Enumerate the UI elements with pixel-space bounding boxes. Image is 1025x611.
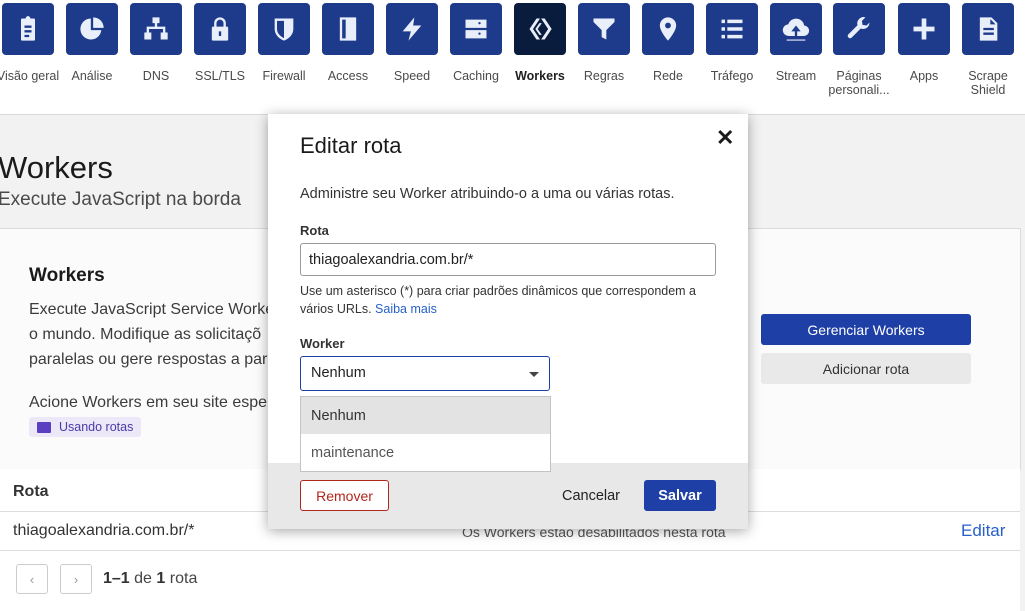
worker-select[interactable]: Nenhum — [300, 356, 550, 391]
server-icon — [450, 3, 502, 55]
nav-label: Speed — [393, 69, 431, 83]
nav-item-scrape-shield[interactable]: Scrape Shield — [956, 0, 1020, 97]
modal-intro: Administre seu Worker atribuindo-o a uma… — [300, 186, 675, 202]
network-icon — [130, 3, 182, 55]
nav-item-paginas-personalizadas[interactable]: Páginas personali... — [827, 0, 891, 97]
route-help-body: Use um asterisco (*) para criar padrões … — [300, 284, 697, 316]
nav-item-stream[interactable]: Stream — [764, 0, 828, 83]
worker-dropdown-list: Nenhum maintenance — [300, 396, 551, 472]
lightning-icon — [386, 3, 438, 55]
nav-item-caching[interactable]: Caching — [444, 0, 508, 83]
nav-item-workers[interactable]: Workers — [508, 0, 572, 83]
location-pin-icon — [642, 3, 694, 55]
nav-label: Caching — [453, 69, 499, 83]
nav-label: Análise — [71, 69, 113, 83]
dropdown-option-maintenance[interactable]: maintenance — [301, 434, 550, 471]
route-help-text: Use um asterisco (*) para criar padrões … — [300, 282, 720, 318]
nav-label: Access — [327, 69, 369, 83]
worker-field-label: Worker — [300, 336, 345, 351]
nav-item-analise[interactable]: Análise — [60, 0, 124, 83]
pie-chart-icon — [66, 3, 118, 55]
plus-icon — [898, 3, 950, 55]
filter-icon — [578, 3, 630, 55]
learn-more-link[interactable]: Saiba mais — [375, 302, 437, 316]
nav-label: Apps — [909, 69, 939, 83]
door-icon — [322, 3, 374, 55]
nav-label: Visão geral — [0, 69, 60, 83]
top-navigation: Visão geral Análise DNS SSL/TLS Firewall… — [0, 0, 1025, 115]
nav-label: Páginas personali... — [828, 69, 890, 97]
dropdown-option-label: Nenhum — [311, 408, 366, 424]
clipboard-icon — [2, 3, 54, 55]
nav-label: Workers — [515, 69, 565, 83]
nav-item-rede[interactable]: Rede — [636, 0, 700, 83]
cloud-upload-icon — [770, 3, 822, 55]
modal-title: Editar rota — [300, 133, 402, 158]
nav-item-apps[interactable]: Apps — [892, 0, 956, 83]
nav-item-visao-geral[interactable]: Visão geral — [0, 0, 60, 83]
nav-label: DNS — [142, 69, 170, 83]
nav-item-dns[interactable]: DNS — [124, 0, 188, 83]
nav-label: Rede — [653, 69, 683, 83]
save-button[interactable]: Salvar — [644, 480, 716, 511]
nav-label: Stream — [775, 69, 817, 83]
lock-icon — [194, 3, 246, 55]
nav-item-access[interactable]: Access — [316, 0, 380, 83]
route-input[interactable] — [300, 243, 716, 276]
nav-item-trafego[interactable]: Tráfego — [700, 0, 764, 83]
dropdown-option-label: maintenance — [311, 445, 395, 461]
nav-item-regras[interactable]: Regras — [572, 0, 636, 83]
wrench-icon — [833, 3, 885, 55]
nav-label: Firewall — [262, 69, 306, 83]
nav-label: Regras — [583, 69, 625, 83]
document-icon — [962, 3, 1014, 55]
caret-down-icon — [529, 372, 539, 377]
nav-item-speed[interactable]: Speed — [380, 0, 444, 83]
nav-label: SSL/TLS — [194, 69, 246, 83]
worker-select-value: Nenhum — [311, 365, 366, 381]
nav-item-ssl-tls[interactable]: SSL/TLS — [188, 0, 252, 83]
workers-icon — [514, 3, 566, 55]
close-icon[interactable]: ✕ — [716, 127, 734, 149]
nav-label: Scrape Shield — [968, 69, 1008, 97]
cancel-button[interactable]: Cancelar — [552, 480, 630, 511]
dropdown-option-nenhum[interactable]: Nenhum — [301, 397, 550, 434]
route-field-label: Rota — [300, 223, 329, 238]
list-icon — [706, 3, 758, 55]
nav-label: Tráfego — [710, 69, 754, 83]
remove-route-button[interactable]: Remover — [300, 480, 389, 511]
shield-icon — [258, 3, 310, 55]
nav-item-firewall[interactable]: Firewall — [252, 0, 316, 83]
